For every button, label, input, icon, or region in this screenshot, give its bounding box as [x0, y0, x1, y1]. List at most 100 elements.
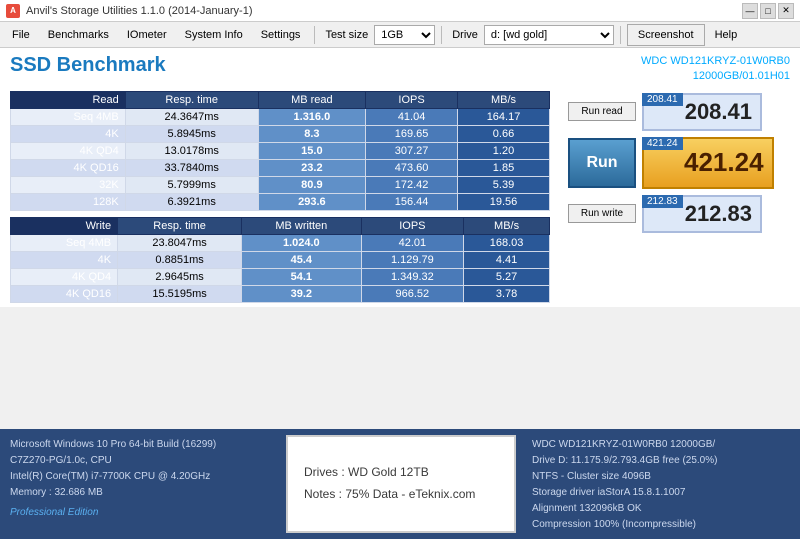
dr-line1: WDC WD121KRYZ-01W0RB0 12000GB/ [532, 437, 790, 453]
mb-cell: 15.0 [258, 142, 366, 159]
resp-time-cell: 5.8945ms [125, 125, 258, 142]
write-mb-cell: 54.1 [242, 268, 361, 285]
run-row: Run 421.24 421.24 [568, 137, 774, 189]
system-info-panel: Microsoft Windows 10 Pro 64-bit Build (1… [0, 429, 280, 539]
menu-file[interactable]: File [4, 24, 38, 46]
dr-line4: Storage driver iaStorA 15.8.1.1007 [532, 485, 790, 501]
write-iops-cell: 1.349.32 [361, 268, 464, 285]
window-title: Anvil's Storage Utilities 1.1.0 (2014-Ja… [26, 5, 252, 17]
resp-time-cell: 24.3647ms [125, 108, 258, 125]
menu-help[interactable]: Help [707, 24, 746, 46]
table-area: Read Resp. time MB read IOPS MB/s Seq 4M… [10, 91, 550, 303]
notes-line2: Notes : 75% Data - eTeknix.com [304, 484, 498, 506]
read-score-display: 208.41 208.41 [642, 93, 762, 131]
mb-cell: 293.6 [258, 193, 366, 210]
dr-line6: Compression 100% (Incompressible) [532, 517, 790, 533]
run-button[interactable]: Run [568, 138, 636, 188]
drive-label: Drive [448, 27, 482, 43]
window-controls[interactable]: — □ ✕ [742, 3, 794, 19]
row-label: 4K QD16 [11, 159, 126, 176]
write-row-label: 4K [11, 251, 118, 268]
write-header: Write [11, 217, 118, 234]
minimize-button[interactable]: — [742, 3, 758, 19]
write-mb-cell: 1.024.0 [242, 234, 361, 251]
row-label: 4K QD4 [11, 142, 126, 159]
write-table-row: Seq 4MB 23.8047ms 1.024.0 42.01 168.03 [11, 234, 550, 251]
resp-time-cell: 13.0178ms [125, 142, 258, 159]
mbs-cell: 164.17 [458, 108, 550, 125]
write-mbs-cell: 3.78 [464, 285, 550, 302]
header: SSD Benchmark WDC WD121KRYZ-01W0RB0 1200… [10, 54, 790, 85]
read-table-body: Seq 4MB 24.3647ms 1.316.0 41.04 164.17 4… [11, 108, 550, 210]
resp-time-cell: 33.7840ms [125, 159, 258, 176]
read-table-row: 128K 6.3921ms 293.6 156.44 19.56 [11, 193, 550, 210]
menu-benchmarks[interactable]: Benchmarks [40, 24, 117, 46]
separator-2 [441, 26, 442, 44]
write-table-body: Seq 4MB 23.8047ms 1.024.0 42.01 168.03 4… [11, 234, 550, 302]
separator-3 [620, 26, 621, 44]
mbs-header: MB/s [458, 91, 550, 108]
resp-time-cell: 6.3921ms [125, 193, 258, 210]
read-score-row: Run read 208.41 208.41 [568, 93, 774, 131]
run-write-button[interactable]: Run write [568, 204, 636, 223]
write-row-label: Seq 4MB [11, 234, 118, 251]
write-table-row: 4K QD4 2.9645ms 54.1 1.349.32 5.27 [11, 268, 550, 285]
drive-details-panel: WDC WD121KRYZ-01W0RB0 12000GB/ Drive D: … [522, 429, 800, 539]
menu-system-info[interactable]: System Info [177, 24, 251, 46]
write-iops-cell: 1.129.79 [361, 251, 464, 268]
iops-write-header: IOPS [361, 217, 464, 234]
mbs-write-header: MB/s [464, 217, 550, 234]
write-mb-cell: 45.4 [242, 251, 361, 268]
title-bar: A Anvil's Storage Utilities 1.1.0 (2014-… [0, 0, 800, 22]
iops-cell: 169.65 [366, 125, 458, 142]
iops-cell: 172.42 [366, 176, 458, 193]
write-resp-cell: 0.8851ms [118, 251, 242, 268]
write-score-badge: 212.83 [642, 195, 683, 208]
iops-cell: 307.27 [366, 142, 458, 159]
mbs-cell: 0.66 [458, 125, 550, 142]
row-label: 4K [11, 125, 126, 142]
mb-cell: 80.9 [258, 176, 366, 193]
screenshot-button[interactable]: Screenshot [627, 24, 705, 46]
total-score-display: 421.24 421.24 [642, 137, 774, 189]
mb-cell: 23.2 [258, 159, 366, 176]
resp-time-header: Resp. time [125, 91, 258, 108]
row-label: 32K [11, 176, 126, 193]
notes-panel: Drives : WD Gold 12TB Notes : 75% Data -… [286, 435, 516, 533]
maximize-button[interactable]: □ [760, 3, 776, 19]
row-label: 128K [11, 193, 126, 210]
sys-line3: Intel(R) Core(TM) i7-7700K CPU @ 4.20GHz [10, 469, 270, 485]
sys-line4: Memory : 32.686 MB [10, 485, 270, 501]
read-table-row: 4K 5.8945ms 8.3 169.65 0.66 [11, 125, 550, 142]
run-read-button[interactable]: Run read [568, 102, 636, 121]
mb-cell: 8.3 [258, 125, 366, 142]
row-label: Seq 4MB [11, 108, 126, 125]
menu-settings[interactable]: Settings [253, 24, 309, 46]
separator-1 [314, 26, 315, 44]
sys-line2: C7Z270-PG/1.0c, CPU [10, 453, 270, 469]
right-panel: Run read 208.41 208.41 Run 421.24 421.24… [568, 91, 774, 303]
write-table-row: 4K 0.8851ms 45.4 1.129.79 4.41 [11, 251, 550, 268]
app-icon: A [6, 4, 20, 18]
test-size-select[interactable]: 1GB 100MB 4GB [374, 25, 435, 45]
read-table-row: 4K QD16 33.7840ms 23.2 473.60 1.85 [11, 159, 550, 176]
main-content: SSD Benchmark WDC WD121KRYZ-01W0RB0 1200… [0, 48, 800, 307]
read-header: Read [11, 91, 126, 108]
write-iops-cell: 42.01 [361, 234, 464, 251]
iops-header: IOPS [366, 91, 458, 108]
write-row-label: 4K QD16 [11, 285, 118, 302]
close-button[interactable]: ✕ [778, 3, 794, 19]
read-table-row: Seq 4MB 24.3647ms 1.316.0 41.04 164.17 [11, 108, 550, 125]
read-table-row: 32K 5.7999ms 80.9 172.42 5.39 [11, 176, 550, 193]
menu-iometer[interactable]: IOmeter [119, 24, 175, 46]
drive-model: WDC WD121KRYZ-01W0RB0 [641, 54, 790, 69]
write-score-row: Run write 212.83 212.83 [568, 195, 774, 233]
dr-line2: Drive D: 11.175.9/2.793.4GB free (25.0%) [532, 453, 790, 469]
bottom-bar: Microsoft Windows 10 Pro 64-bit Build (1… [0, 429, 800, 539]
write-resp-cell: 15.5195ms [118, 285, 242, 302]
mbs-cell: 19.56 [458, 193, 550, 210]
read-score-badge: 208.41 [642, 93, 683, 106]
drive-select[interactable]: d: [wd gold] c: [system] [484, 25, 614, 45]
write-mb-cell: 39.2 [242, 285, 361, 302]
iops-cell: 156.44 [366, 193, 458, 210]
